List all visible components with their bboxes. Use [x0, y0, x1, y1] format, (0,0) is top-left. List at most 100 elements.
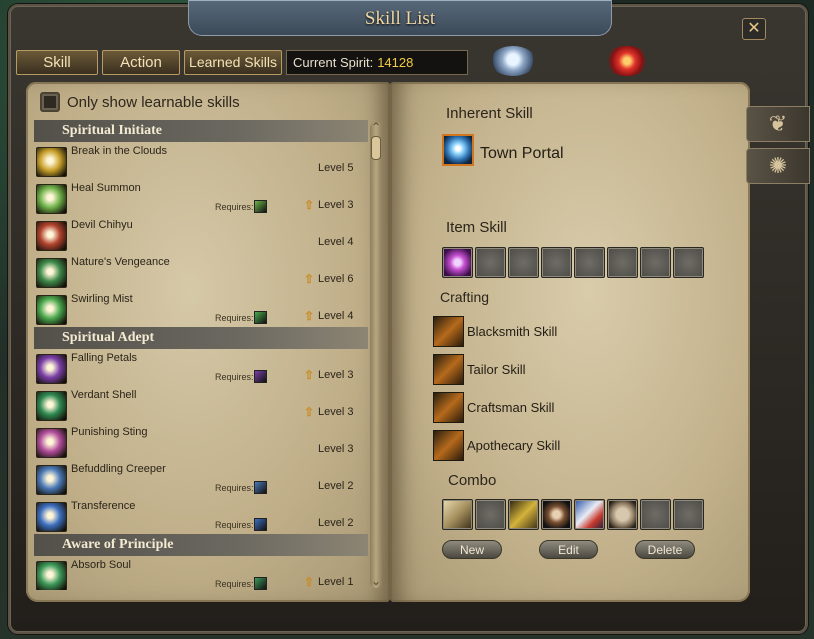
skill-icon[interactable] [36, 184, 67, 214]
tailor-icon[interactable] [433, 354, 464, 385]
water-element-icon[interactable] [490, 46, 536, 76]
skill-level: Level 4 [318, 236, 354, 248]
skill-name: Verdant Shell [71, 389, 137, 401]
required-skill-icon[interactable] [254, 200, 267, 213]
combo-slot-strike[interactable] [574, 499, 605, 530]
item-skill-slot[interactable] [673, 247, 704, 278]
scroll-up-icon[interactable]: ⌃ [367, 120, 385, 134]
item-skill-slot[interactable] [475, 247, 506, 278]
skill-icon[interactable] [36, 561, 67, 590]
skill-row[interactable]: Absorb Soul Requires: ⇧ Level 1 [34, 556, 368, 590]
skill-icon[interactable] [36, 354, 67, 384]
tab-skill[interactable]: Skill [16, 49, 98, 75]
current-spirit-display: Current Spirit: 14128 [286, 49, 468, 75]
scrollbar-thumb[interactable] [371, 136, 381, 160]
skill-name: Falling Petals [71, 352, 138, 364]
combo-slot-scroll[interactable] [442, 499, 473, 530]
item-skill-slot[interactable] [541, 247, 572, 278]
skill-icon[interactable] [36, 391, 67, 421]
skill-icon[interactable] [36, 147, 67, 177]
skill-row[interactable]: Nature's Vengeance ⇧ Level 6 [34, 253, 368, 290]
required-skill-icon[interactable] [254, 577, 267, 590]
fire-element-icon[interactable] [604, 46, 650, 76]
required-skill-icon[interactable] [254, 311, 267, 324]
item-skill-slot[interactable] [574, 247, 605, 278]
craftsman-icon[interactable] [433, 392, 464, 423]
item-skill-slot[interactable] [508, 247, 539, 278]
combo-slot[interactable] [673, 499, 704, 530]
swirl-emblem-icon[interactable]: ✺ [746, 148, 810, 184]
delete-combo-button[interactable]: Delete [635, 540, 695, 559]
skill-name: Heal Summon [71, 182, 141, 194]
skill-name: Devil Chihyu [71, 219, 133, 231]
skill-row[interactable]: Break in the Clouds Level 5 [34, 142, 368, 179]
combo-slot-talisman[interactable] [508, 499, 539, 530]
skill-icon[interactable] [36, 221, 67, 251]
skill-name: Absorb Soul [71, 559, 131, 571]
skill-level: Level 1 [318, 576, 354, 588]
edit-combo-button[interactable]: Edit [539, 540, 598, 559]
crafting-blacksmith[interactable]: Blacksmith Skill [433, 316, 557, 347]
scroll-down-icon[interactable]: ⌄ [367, 574, 385, 588]
crafting-label: Blacksmith Skill [467, 324, 558, 339]
learn-up-arrow-icon[interactable]: ⇧ [304, 575, 314, 589]
skill-name: Transference [71, 500, 136, 512]
required-skill-icon[interactable] [254, 370, 267, 383]
skill-level: Level 2 [318, 480, 354, 492]
requires-label: Requires: [215, 372, 254, 382]
crafting-craftsman[interactable]: Craftsman Skill [433, 392, 554, 423]
skill-icon[interactable] [36, 295, 67, 325]
skill-icon[interactable] [36, 428, 67, 458]
combo-slot-orb[interactable] [607, 499, 638, 530]
learn-up-arrow-icon[interactable]: ⇧ [304, 368, 314, 382]
tab-learned-skills[interactable]: Learned Skills [184, 49, 282, 75]
requires-label: Requires: [215, 313, 254, 323]
item-skill-slot-filled[interactable] [442, 247, 473, 278]
combo-slot[interactable] [475, 499, 506, 530]
learn-up-arrow-icon[interactable]: ⇧ [304, 198, 314, 212]
town-portal-icon[interactable] [442, 134, 474, 166]
skill-row[interactable]: Falling Petals Requires: ⇧ Level 3 [34, 349, 368, 386]
combo-slot[interactable] [640, 499, 671, 530]
skill-row[interactable]: Befuddling Creeper Requires: Level 2 [34, 460, 368, 497]
skill-icon[interactable] [36, 465, 67, 495]
combo-slot-skull[interactable] [541, 499, 572, 530]
skill-name: Swirling Mist [71, 293, 133, 305]
skill-row[interactable]: Swirling Mist Requires: ⇧ Level 4 [34, 290, 368, 327]
item-skill-slot[interactable] [607, 247, 638, 278]
required-skill-icon[interactable] [254, 518, 267, 531]
skill-row[interactable]: Heal Summon Requires: ⇧ Level 3 [34, 179, 368, 216]
close-button[interactable]: ✕ [742, 18, 766, 40]
crafting-label: Craftsman Skill [467, 400, 555, 415]
apothecary-icon[interactable] [433, 430, 464, 461]
skill-icon[interactable] [36, 502, 67, 532]
skill-name: Nature's Vengeance [71, 256, 170, 268]
crafting-apothecary[interactable]: Apothecary Skill [433, 430, 560, 461]
blacksmith-icon[interactable] [433, 316, 464, 347]
skill-level: Level 3 [318, 369, 354, 381]
skill-row[interactable]: Punishing Sting Level 3 [34, 423, 368, 460]
item-skill-slots [442, 247, 704, 278]
learn-up-arrow-icon[interactable]: ⇧ [304, 309, 314, 323]
new-combo-button[interactable]: New [442, 540, 502, 559]
tab-action[interactable]: Action [102, 49, 180, 75]
combo-slots [442, 499, 704, 530]
learnable-filter[interactable]: Only show learnable skills [40, 92, 240, 112]
skill-row[interactable]: Devil Chihyu Level 4 [34, 216, 368, 253]
crafting-tailor[interactable]: Tailor Skill [433, 354, 526, 385]
skill-name: Punishing Sting [71, 426, 148, 438]
wing-emblem-icon[interactable]: ❦ [746, 106, 810, 142]
skill-icon[interactable] [36, 258, 67, 288]
required-skill-icon[interactable] [254, 481, 267, 494]
learn-up-arrow-icon[interactable]: ⇧ [304, 272, 314, 286]
learnable-checkbox[interactable] [40, 92, 60, 112]
section-header: Spiritual Adept [34, 327, 368, 349]
skill-list-scrollbar[interactable] [370, 122, 382, 588]
skill-row[interactable]: Transference Requires: Level 2 [34, 497, 368, 534]
combo-heading: Combo [448, 472, 497, 489]
learn-up-arrow-icon[interactable]: ⇧ [304, 405, 314, 419]
crafting-heading: Crafting [440, 289, 490, 305]
skill-level: Level 3 [318, 406, 354, 418]
item-skill-slot[interactable] [640, 247, 671, 278]
skill-row[interactable]: Verdant Shell ⇧ Level 3 [34, 386, 368, 423]
